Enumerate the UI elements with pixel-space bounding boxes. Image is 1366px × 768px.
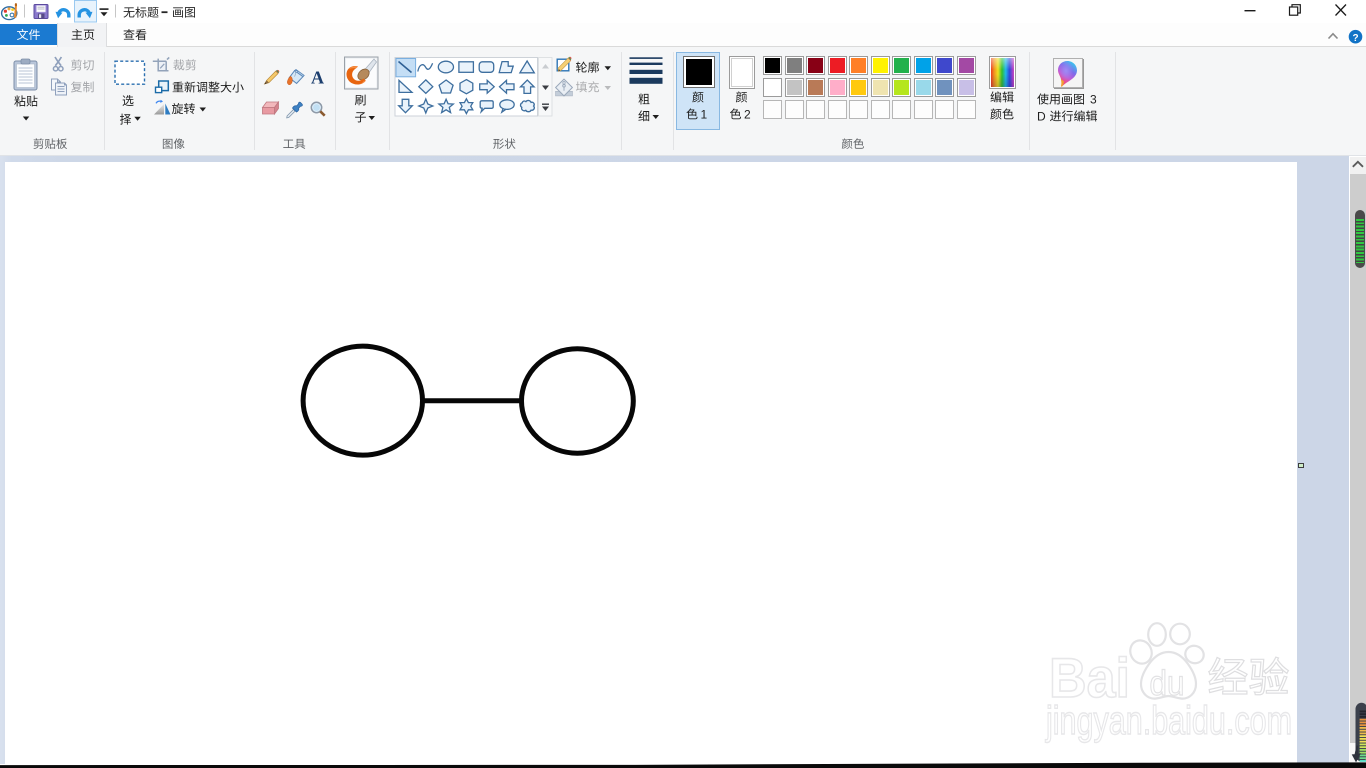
svg-text:A: A xyxy=(311,68,324,88)
svg-text:2: 2 xyxy=(744,107,751,121)
svg-text:3: 3 xyxy=(1090,93,1097,107)
svg-text:du: du xyxy=(1150,664,1185,703)
svg-text:jingyan.baidu.com: jingyan.baidu.com xyxy=(1045,699,1292,743)
svg-text:1: 1 xyxy=(701,107,708,121)
svg-text:?: ? xyxy=(1352,33,1358,44)
svg-text:D: D xyxy=(1037,110,1046,124)
